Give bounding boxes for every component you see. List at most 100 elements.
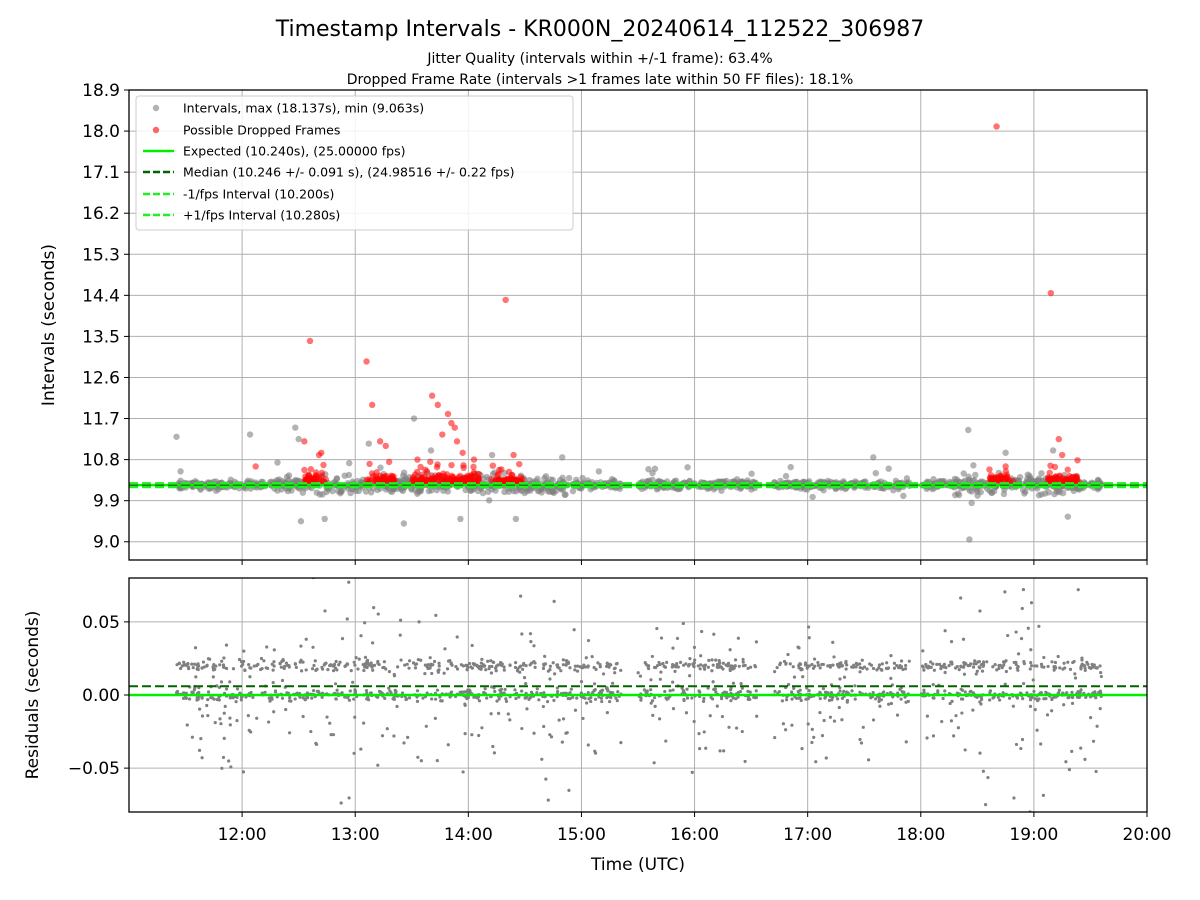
dropped-frame-outlier-point	[444, 410, 452, 418]
residual-point	[698, 747, 702, 751]
interval-outlier-point	[427, 447, 435, 454]
x-tick-label: 19:00	[1009, 825, 1058, 845]
dropped-frame-outlier-point	[516, 460, 523, 468]
dropped-frame-outlier-point	[428, 392, 436, 399]
interval-point	[329, 487, 336, 495]
residual-point	[561, 717, 566, 721]
residual-point	[348, 689, 352, 693]
residual-point	[728, 648, 732, 652]
residual-point	[988, 690, 992, 695]
dropped-frame-outlier-point	[318, 449, 325, 456]
interval-point	[952, 491, 959, 499]
residual-point	[544, 777, 548, 781]
residual-point	[592, 682, 597, 686]
residual-point	[619, 741, 623, 745]
dropped-frame-outlier-point	[376, 438, 384, 445]
dropped-frame-outlier-point	[470, 456, 478, 463]
residual-point	[235, 687, 240, 691]
residual-point	[963, 748, 967, 752]
interval-outlier-point	[400, 520, 408, 527]
dropped-frame-outlier-point	[459, 449, 466, 456]
residual-point	[899, 697, 903, 701]
dropped-frame-point	[518, 475, 526, 483]
residual-point	[904, 740, 908, 744]
residual-point	[191, 666, 195, 670]
residual-point	[1087, 665, 1091, 670]
residual-point	[255, 716, 259, 720]
dropped-frame-point	[427, 458, 434, 465]
residual-point	[875, 668, 879, 672]
residual-point	[736, 636, 740, 640]
residual-point	[959, 596, 963, 600]
dropped-frame-point	[1051, 463, 1059, 471]
residual-point	[430, 671, 434, 676]
residual-point	[1035, 728, 1039, 732]
residual-point	[722, 690, 727, 694]
residual-point	[840, 718, 844, 722]
residual-point	[685, 687, 689, 691]
bottom-y-tick-label: −0.05	[68, 759, 120, 779]
residual-point	[962, 672, 967, 676]
residual-point	[219, 680, 224, 684]
residual-point	[877, 696, 881, 701]
residual-point	[614, 696, 618, 700]
residual-point	[692, 719, 696, 724]
residual-point	[948, 701, 952, 706]
residual-point	[251, 695, 255, 700]
residual-point	[494, 669, 498, 673]
residual-point	[581, 716, 585, 721]
residual-point	[362, 668, 366, 673]
interval-point	[930, 476, 937, 483]
residual-point	[700, 629, 704, 634]
residual-point	[983, 803, 988, 807]
residual-point	[241, 770, 246, 774]
residual-point	[246, 714, 250, 718]
residual-point	[206, 690, 211, 694]
residual-point	[463, 690, 467, 694]
residual-point	[1031, 678, 1035, 682]
residual-point	[697, 689, 701, 693]
residual-point	[612, 666, 617, 671]
residual-point	[293, 662, 297, 666]
residual-point	[1053, 666, 1057, 670]
residual-point	[484, 668, 488, 672]
residual-point	[551, 661, 555, 665]
residual-point	[399, 658, 403, 662]
residual-point	[480, 726, 484, 730]
residual-point	[193, 646, 198, 650]
residual-point	[827, 698, 832, 702]
residual-point	[610, 681, 615, 685]
residual-point	[609, 690, 613, 694]
residual-point	[584, 656, 588, 660]
residual-point	[609, 696, 613, 700]
residual-point	[898, 687, 902, 691]
interval-outlier-point	[965, 426, 972, 434]
residual-point	[331, 669, 336, 673]
residual-point	[522, 676, 527, 680]
residual-point	[337, 663, 341, 667]
residual-point	[942, 662, 947, 666]
legend: Intervals, max (18.137s), min (9.063s) Po…	[135, 95, 574, 231]
interval-point	[903, 475, 911, 482]
residual-point	[211, 675, 215, 679]
residual-point	[431, 663, 435, 667]
interval-outlier-point	[651, 465, 659, 472]
residual-point	[548, 677, 552, 681]
residual-point	[579, 680, 584, 684]
residual-point	[731, 681, 736, 685]
residual-point	[896, 666, 901, 670]
dropped-frame-outlier-point	[414, 456, 421, 463]
residual-point	[607, 665, 611, 669]
residual-point	[840, 696, 845, 700]
residual-point	[791, 665, 795, 669]
residual-point	[221, 755, 226, 760]
top-y-axis-title: Intervals (seconds)	[39, 244, 59, 406]
residual-point	[807, 636, 811, 640]
residual-point	[214, 664, 218, 668]
residual-point	[482, 690, 486, 695]
residual-point	[932, 668, 936, 672]
residual-point	[955, 665, 959, 669]
dropped-frame-point	[1048, 475, 1056, 482]
residual-point	[514, 696, 518, 701]
residual-point	[830, 695, 835, 700]
